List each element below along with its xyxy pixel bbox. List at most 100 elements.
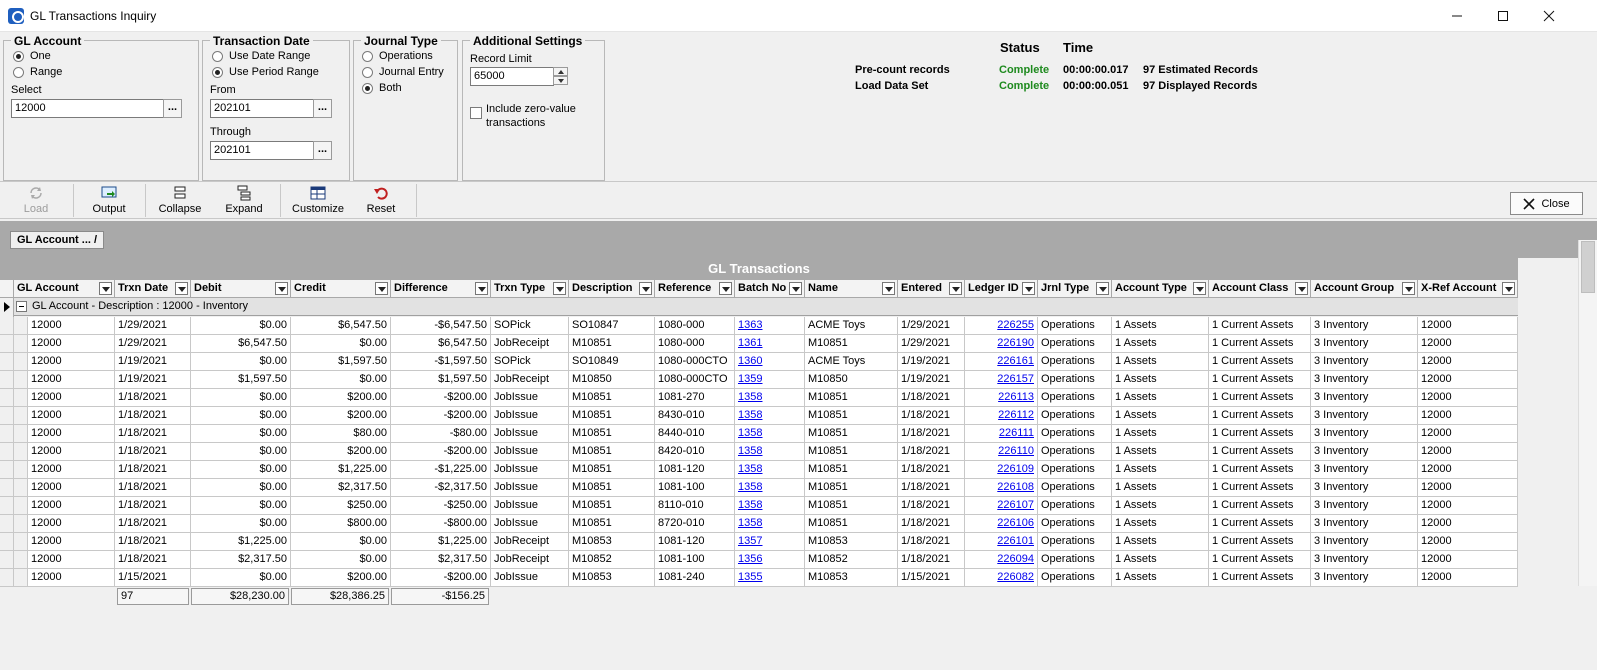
column-header-reference[interactable]: Reference — [655, 280, 735, 298]
batch-no-link[interactable]: 1358 — [738, 427, 762, 439]
cell-batch-no[interactable]: 1356 — [735, 551, 805, 569]
column-filter-dropdown-icon[interactable] — [175, 282, 188, 295]
cell-ledger-id[interactable]: 226190 — [965, 335, 1038, 353]
group-row[interactable]: GL Account - Description : 12000 - Inven… — [14, 298, 1518, 316]
cell-ledger-id[interactable]: 226255 — [965, 317, 1038, 335]
use-period-range-radio[interactable]: Use Period Range — [212, 66, 319, 78]
batch-no-link[interactable]: 1358 — [738, 499, 762, 511]
column-filter-dropdown-icon[interactable] — [99, 282, 112, 295]
column-header-credit[interactable]: Credit — [291, 280, 391, 298]
batch-no-link[interactable]: 1358 — [738, 409, 762, 421]
load-button[interactable]: Load — [8, 184, 64, 218]
batch-no-link[interactable]: 1355 — [738, 571, 762, 583]
cell-ledger-id[interactable]: 226082 — [965, 569, 1038, 587]
cell-ledger-id[interactable]: 226110 — [965, 443, 1038, 461]
row-selector[interactable] — [0, 317, 14, 335]
ledger-id-link[interactable]: 226110 — [998, 445, 1034, 457]
ledger-id-link[interactable]: 226108 — [997, 481, 1034, 493]
column-header-debit[interactable]: Debit — [191, 280, 291, 298]
column-filter-dropdown-icon[interactable] — [553, 282, 566, 295]
cell-batch-no[interactable]: 1357 — [735, 533, 805, 551]
column-header-difference[interactable]: Difference — [391, 280, 491, 298]
journal-both-radio[interactable]: Both — [362, 82, 402, 94]
row-selector[interactable] — [0, 479, 14, 497]
row-selector[interactable] — [0, 425, 14, 443]
ledger-id-link[interactable]: 226161 — [997, 355, 1034, 367]
row-selector[interactable] — [0, 533, 14, 551]
row-selector[interactable] — [0, 551, 14, 569]
row-selector[interactable] — [0, 389, 14, 407]
column-filter-dropdown-icon[interactable] — [275, 282, 288, 295]
expand-button[interactable]: Expand — [216, 184, 272, 218]
column-filter-dropdown-icon[interactable] — [1402, 282, 1415, 295]
gl-account-range-radio[interactable]: Range — [13, 66, 62, 78]
cell-ledger-id[interactable]: 226111 — [965, 425, 1038, 443]
use-date-range-radio[interactable]: Use Date Range — [212, 50, 310, 62]
batch-no-link[interactable]: 1358 — [738, 463, 762, 475]
column-header-description[interactable]: Description — [569, 280, 655, 298]
column-header-x-ref-account[interactable]: X-Ref Account — [1418, 280, 1518, 298]
cell-batch-no[interactable]: 1360 — [735, 353, 805, 371]
column-header-name[interactable]: Name — [805, 280, 898, 298]
cell-ledger-id[interactable]: 226157 — [965, 371, 1038, 389]
row-selector[interactable] — [0, 497, 14, 515]
column-header-batch-no[interactable]: Batch No — [735, 280, 805, 298]
cell-ledger-id[interactable]: 226108 — [965, 479, 1038, 497]
column-filter-dropdown-icon[interactable] — [789, 282, 802, 295]
batch-no-link[interactable]: 1360 — [738, 355, 762, 367]
window-close-icon[interactable] — [1526, 0, 1572, 32]
column-header-account-class[interactable]: Account Class — [1209, 280, 1311, 298]
reset-button[interactable]: Reset — [354, 184, 408, 218]
column-header-ledger-id[interactable]: Ledger ID — [965, 280, 1038, 298]
include-zero-value-checkbox[interactable] — [470, 107, 482, 119]
cell-ledger-id[interactable]: 226101 — [965, 533, 1038, 551]
cell-batch-no[interactable]: 1358 — [735, 389, 805, 407]
from-period-input[interactable]: 202101 — [210, 99, 314, 118]
column-filter-dropdown-icon[interactable] — [1022, 282, 1035, 295]
ledger-id-link[interactable]: 226082 — [997, 571, 1034, 583]
vertical-scrollbar[interactable] — [1578, 240, 1597, 586]
cell-ledger-id[interactable]: 226107 — [965, 497, 1038, 515]
journal-operations-radio[interactable]: Operations — [362, 50, 433, 62]
column-filter-dropdown-icon[interactable] — [1193, 282, 1206, 295]
column-filter-dropdown-icon[interactable] — [949, 282, 962, 295]
column-filter-dropdown-icon[interactable] — [1295, 282, 1308, 295]
ledger-id-link[interactable]: 226106 — [997, 517, 1034, 529]
cell-ledger-id[interactable]: 226112 — [965, 407, 1038, 425]
column-filter-dropdown-icon[interactable] — [639, 282, 652, 295]
cell-batch-no[interactable]: 1358 — [735, 479, 805, 497]
cell-batch-no[interactable]: 1358 — [735, 407, 805, 425]
row-selector[interactable] — [0, 335, 14, 353]
column-filter-dropdown-icon[interactable] — [1096, 282, 1109, 295]
cell-batch-no[interactable]: 1358 — [735, 461, 805, 479]
cell-batch-no[interactable]: 1358 — [735, 515, 805, 533]
cell-batch-no[interactable]: 1355 — [735, 569, 805, 587]
column-header-trxn-type[interactable]: Trxn Type — [491, 280, 569, 298]
column-header-entered[interactable]: Entered — [898, 280, 965, 298]
batch-no-link[interactable]: 1358 — [738, 481, 762, 493]
record-limit-input[interactable]: 65000 — [470, 67, 554, 86]
column-filter-dropdown-icon[interactable] — [882, 282, 895, 295]
ledger-id-link[interactable]: 226157 — [997, 373, 1034, 385]
column-header-gl-account[interactable]: GL Account — [14, 280, 115, 298]
cell-batch-no[interactable]: 1359 — [735, 371, 805, 389]
ledger-id-link[interactable]: 226109 — [997, 463, 1034, 475]
cell-batch-no[interactable]: 1358 — [735, 425, 805, 443]
journal-entry-radio[interactable]: Journal Entry — [362, 66, 444, 78]
column-filter-dropdown-icon[interactable] — [475, 282, 488, 295]
row-selector[interactable] — [0, 461, 14, 479]
gl-account-one-radio[interactable]: One — [13, 50, 51, 62]
spin-down-icon[interactable] — [553, 76, 568, 85]
cell-ledger-id[interactable]: 226094 — [965, 551, 1038, 569]
spin-up-icon[interactable] — [553, 67, 568, 76]
customize-button[interactable]: Customize — [288, 184, 348, 218]
collapse-group-icon[interactable] — [16, 301, 27, 312]
column-header-account-type[interactable]: Account Type — [1112, 280, 1209, 298]
through-period-lookup-button[interactable]: ... — [313, 141, 332, 160]
gl-account-lookup-button[interactable]: ... — [163, 99, 182, 118]
column-filter-dropdown-icon[interactable] — [1502, 282, 1515, 295]
ledger-id-link[interactable]: 226113 — [998, 391, 1034, 403]
ledger-id-link[interactable]: 226112 — [998, 409, 1034, 421]
batch-no-link[interactable]: 1358 — [738, 391, 762, 403]
through-period-input[interactable]: 202101 — [210, 141, 314, 160]
